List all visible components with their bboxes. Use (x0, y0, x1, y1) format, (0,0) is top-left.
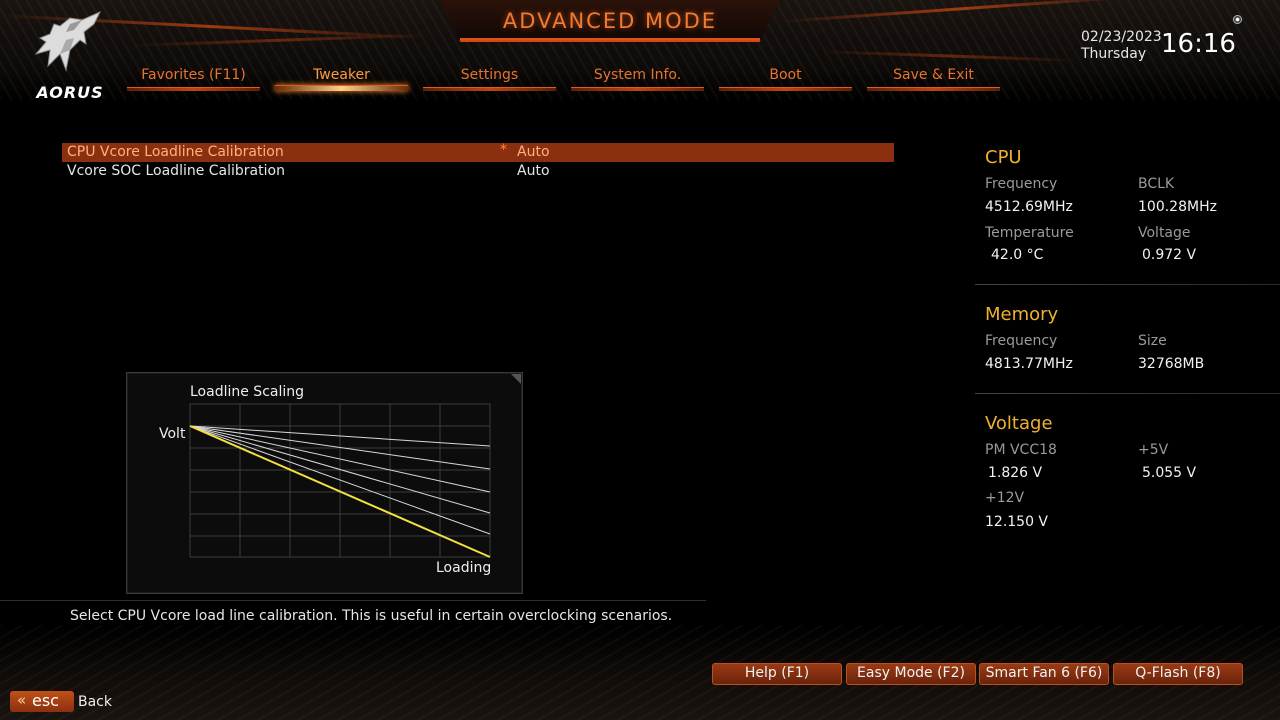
date-value: 02/23/2023 (1081, 29, 1162, 45)
header-decoration-streak (819, 50, 1080, 63)
option-value[interactable]: Auto (517, 163, 550, 179)
cpu-voltage-value: 0.972 V (1142, 247, 1197, 263)
clock-time: 16:16 (1161, 29, 1236, 59)
loadline-graph (189, 403, 491, 558)
tab-favorites[interactable]: Favorites (F11) (127, 64, 260, 92)
tab-boot[interactable]: Boot (719, 64, 852, 92)
option-label: CPU Vcore Loadline Calibration (67, 144, 284, 160)
date-display: 02/23/2023 Thursday (1081, 29, 1162, 63)
option-value[interactable]: Auto (517, 144, 550, 160)
header-decoration-streak (779, 0, 1140, 23)
cpu-bclk-value: 100.28MHz (1138, 199, 1217, 215)
cpu-bclk-label: BCLK (1138, 176, 1175, 192)
description-divider (0, 600, 706, 601)
loadline-graph-panel: Loadline Scaling Volt Loading (126, 372, 523, 594)
cpu-temperature-value: 42.0 °C (991, 247, 1044, 263)
tab-system-info[interactable]: System Info. (571, 64, 704, 92)
tab-settings[interactable]: Settings (423, 64, 556, 92)
graph-title: Loadline Scaling (190, 384, 305, 400)
cpu-frequency-value: 4512.69MHz (985, 199, 1073, 215)
plus-5v-value: 5.055 V (1142, 465, 1197, 481)
plus-12v-label: +12V (985, 490, 1025, 506)
section-title-voltage: Voltage (985, 413, 1053, 434)
esc-key-label: esc (32, 691, 59, 710)
help-button[interactable]: Help (F1) (712, 663, 842, 685)
plus-5v-label: +5V (1138, 442, 1169, 458)
panel-corner-decoration (511, 374, 521, 384)
section-divider (975, 393, 1280, 394)
memory-size-value: 32768MB (1138, 356, 1205, 372)
option-row-vcore-soc-llc[interactable]: Vcore SOC Loadline Calibration Auto (62, 162, 894, 181)
cpu-voltage-label: Voltage (1138, 225, 1191, 241)
section-title-cpu: CPU (985, 147, 1022, 168)
plus-12v-value: 12.150 V (985, 514, 1049, 530)
graph-x-axis-label: Loading (436, 560, 492, 576)
section-title-memory: Memory (985, 304, 1059, 325)
smart-fan-button[interactable]: Smart Fan 6 (F6) (979, 663, 1109, 685)
option-label: Vcore SOC Loadline Calibration (67, 163, 285, 179)
aorus-eagle-logo-icon (34, 10, 102, 72)
day-value: Thursday (1081, 46, 1147, 62)
q-flash-button[interactable]: Q-Flash (F8) (1113, 663, 1243, 685)
aorus-logo: AORUS (20, 10, 110, 102)
memory-size-label: Size (1138, 333, 1167, 349)
cpu-frequency-label: Frequency (985, 176, 1058, 192)
tab-save-exit[interactable]: Save & Exit (867, 64, 1000, 92)
back-label[interactable]: Back (78, 694, 112, 710)
tab-tweaker[interactable]: Tweaker (275, 64, 408, 92)
esc-back-button[interactable]: « esc (10, 691, 74, 712)
settings-gear-icon[interactable] (1233, 15, 1242, 24)
pm-vcc18-label: PM VCC18 (985, 442, 1057, 458)
memory-frequency-value: 4813.77MHz (985, 356, 1073, 372)
cpu-temperature-label: Temperature (985, 225, 1074, 241)
page-title: ADVANCED MODE (502, 9, 718, 33)
easy-mode-button[interactable]: Easy Mode (F2) (846, 663, 976, 685)
help-description: Select CPU Vcore load line calibration. … (70, 608, 673, 624)
brand-name: AORUS (36, 83, 104, 102)
graph-y-axis-label: Volt (159, 426, 186, 442)
asterisk-changed-icon: * (500, 142, 507, 158)
memory-frequency-label: Frequency (985, 333, 1058, 349)
pm-vcc18-value: 1.826 V (988, 465, 1043, 481)
section-divider (975, 284, 1280, 285)
double-chevron-left-icon: « (17, 691, 27, 709)
header-decoration-streak (129, 33, 430, 47)
option-row-cpu-vcore-llc[interactable]: CPU Vcore Loadline Calibration * Auto (62, 142, 894, 162)
